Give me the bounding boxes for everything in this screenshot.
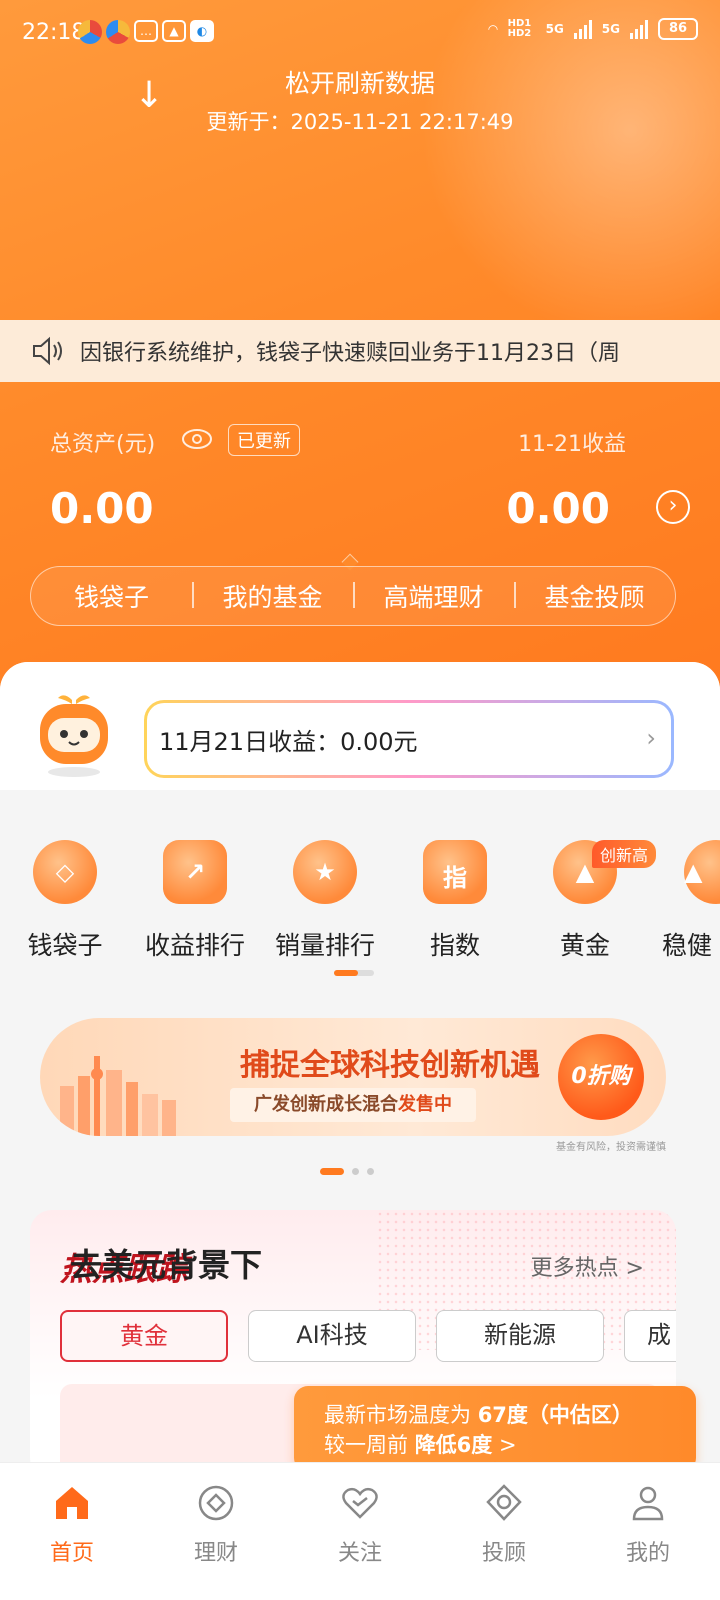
network-label: 5G — [545, 22, 564, 36]
advisor-icon — [486, 1484, 522, 1521]
network-label: 5G — [601, 22, 620, 36]
tab-follow[interactable]: 关注 — [288, 1463, 432, 1600]
daily-income-text: 11月21日收益：0.00元 — [159, 727, 418, 756]
signal-icon — [573, 19, 592, 39]
tab-label: 我的 — [625, 1541, 670, 1566]
index-icon: 指 — [423, 840, 487, 904]
app-notification-icon — [106, 20, 130, 44]
quick-entry-index[interactable]: 指 指数 — [390, 830, 520, 962]
quick-entry-steady[interactable]: ▲ 稳健 — [650, 830, 720, 962]
message-icon: … — [134, 20, 158, 42]
quick-entry-label: 黄金 — [559, 931, 610, 960]
notice-text: 因银行系统维护，钱袋子快速赎回业务于11月23日（周 — [80, 341, 620, 366]
new-high-badge: 创新高 — [592, 840, 657, 868]
bottom-tab-bar: 首页 理财 关注 投顾 我的 — [0, 1462, 720, 1600]
quick-entry-sales-rank[interactable]: ★ 销量排行 — [260, 830, 390, 962]
chevron-right-icon: › — [646, 724, 656, 752]
updated-badge: 已更新 — [228, 424, 300, 456]
zero-fee-buy-button[interactable]: 0折购 — [558, 1034, 644, 1120]
more-hot-topics-link[interactable]: 更多热点 > — [531, 1250, 644, 1282]
pager-dot — [352, 1168, 359, 1175]
topic-chip-ai-tech[interactable]: AI科技 — [248, 1310, 416, 1362]
banner-fund-name: 广发创新成长混合 — [254, 1094, 398, 1115]
total-assets-label: 总资产(元) — [50, 432, 156, 457]
tab-label: 关注 — [337, 1541, 382, 1566]
quick-entry-money-bag[interactable]: ◇ 钱袋子 — [0, 830, 130, 962]
daily-income-value: 0.00 — [506, 484, 610, 533]
daily-income-bubble[interactable]: 11月21日收益：0.00元 › — [144, 700, 674, 778]
mascot-icon — [40, 695, 108, 777]
status-right: ◠ HD1 HD2 5G 5G 86 — [488, 18, 698, 40]
tab-wealth[interactable]: 理财 — [144, 1463, 288, 1600]
asset-segments: 钱袋子 我的基金 高端理财 基金投顾 — [30, 566, 676, 626]
quick-entry-return-rank[interactable]: ↗ 收益排行 — [130, 830, 260, 962]
signal-icon — [630, 19, 648, 39]
tab-label: 首页 — [49, 1541, 94, 1566]
eye-icon[interactable] — [180, 424, 214, 454]
segment-fund-advisor[interactable]: 基金投顾 — [514, 578, 675, 614]
tab-label: 理财 — [193, 1541, 238, 1566]
status-time: 22:18 — [22, 20, 86, 45]
banner-title: 捕捉全球科技创新机遇 — [240, 1048, 540, 1083]
status-bar: 22:18 … ▲ ◐ ◠ HD1 HD2 5G 5G 86 — [0, 0, 720, 64]
article-title: 去美元背景下 — [70, 1246, 263, 1284]
pager-dot — [367, 1168, 374, 1175]
market-temperature-tip[interactable]: 最新市场温度为 67度（中估区） 较一周前 降低6度 > — [294, 1386, 696, 1472]
refresh-title: 松开刷新数据 — [284, 69, 435, 98]
tab-label: 投顾 — [481, 1541, 526, 1566]
quick-entry-label: 收益排行 — [144, 931, 245, 960]
segment-high-end[interactable]: 高端理财 — [353, 578, 514, 614]
quick-entries-scroll-indicator — [334, 970, 374, 976]
wifi-icon: ◠ — [488, 22, 498, 36]
topic-chip-gold[interactable]: 黄金 — [60, 1310, 228, 1362]
promo-banner[interactable]: 捕捉全球科技创新机遇 广发创新成长混合发售中 0折购 — [40, 1018, 666, 1136]
pager-dot-active — [320, 1168, 344, 1175]
trend-bag-icon: ↗ — [163, 840, 227, 904]
banner-subtitle: 广发创新成长混合发售中 — [230, 1088, 476, 1122]
wealth-icon — [198, 1485, 234, 1521]
tip-line-2: 较一周前 降低6度 > — [324, 1433, 517, 1457]
risk-disclaimer: 基金有风险，投资需谨慎 — [556, 1142, 666, 1153]
refresh-updated-time: 更新于：2025-11-21 22:17:49 — [206, 110, 514, 134]
daily-income-label: 11-21收益 — [518, 432, 626, 457]
app-notification-icon — [78, 20, 102, 44]
home-icon — [56, 1487, 88, 1519]
quick-entry-label: 钱袋子 — [27, 931, 103, 960]
quick-entry-label: 销量排行 — [274, 931, 375, 960]
banner-on-sale: 发售中 — [398, 1094, 452, 1115]
tab-advisor[interactable]: 投顾 — [432, 1463, 576, 1600]
quick-entry-label: 稳健 — [662, 931, 713, 960]
money-bag-icon: ◇ — [33, 840, 97, 904]
chevron-right-icon[interactable]: › — [656, 490, 690, 524]
topic-chip-new-energy[interactable]: 新能源 — [436, 1310, 604, 1362]
segment-money-bag[interactable]: 钱袋子 — [31, 578, 192, 614]
segment-my-funds[interactable]: 我的基金 — [192, 578, 353, 614]
banner-pager — [320, 1168, 374, 1175]
tab-mine[interactable]: 我的 — [576, 1463, 720, 1600]
topic-chip-partial[interactable]: 成 — [624, 1310, 676, 1362]
battery-icon: 86 — [658, 18, 698, 40]
notification-icons: … ▲ ◐ — [78, 20, 214, 44]
speaker-icon — [33, 336, 62, 366]
medal-icon: ★ — [293, 840, 357, 904]
notice-bar[interactable]: 因银行系统维护，钱袋子快速赎回业务于11月23日（周 — [0, 320, 720, 382]
tip-line-1: 最新市场温度为 67度（中估区） — [324, 1403, 633, 1427]
hd-label: HD1 HD2 — [507, 18, 532, 39]
heart-icon — [342, 1487, 378, 1519]
total-assets-value: 0.00 — [50, 484, 154, 533]
steady-icon: ▲ — [684, 840, 720, 904]
browser-icon: ◐ — [190, 20, 214, 42]
tab-home[interactable]: 首页 — [0, 1463, 144, 1600]
profile-icon — [632, 1486, 664, 1521]
quick-entry-label: 指数 — [429, 931, 480, 960]
gallery-icon: ▲ — [162, 20, 186, 42]
